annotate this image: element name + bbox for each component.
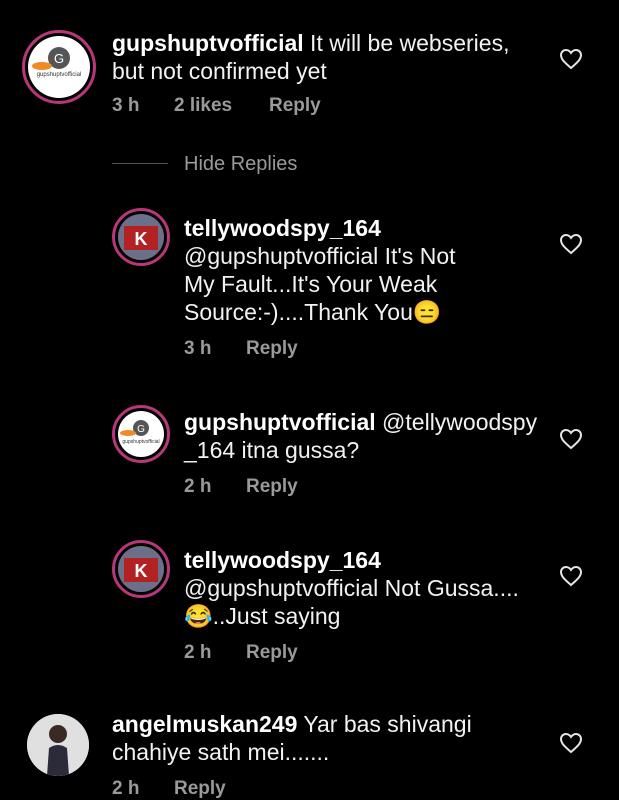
timestamp: 2 h (184, 476, 212, 497)
svg-text:gupshuptvofficial: gupshuptvofficial (122, 439, 159, 445)
comment-text: tellywoodspy_164 @gupshuptvofficial It's… (184, 215, 456, 325)
reply-button[interactable]: Reply (269, 95, 321, 117)
heart-icon[interactable] (559, 732, 583, 754)
reply-button[interactable]: Reply (246, 338, 298, 360)
expressionless-emoji: 😑 (412, 299, 442, 325)
svg-text:G: G (137, 424, 145, 435)
username[interactable]: tellywoodspy_164 (184, 215, 381, 241)
timestamp: 3 h (112, 95, 140, 116)
comment-text: tellywoodspy_164 @gupshuptvofficial Not … (184, 547, 519, 629)
heart-icon[interactable] (559, 428, 583, 450)
timestamp: 2 h (184, 642, 212, 663)
avatar[interactable]: K (112, 208, 170, 266)
heart-icon[interactable] (559, 565, 583, 587)
reply-button[interactable]: Reply (174, 778, 226, 800)
comment-text: gupshuptvofficial It will be webseries, … (112, 30, 510, 84)
svg-text:G: G (54, 51, 64, 66)
username[interactable]: gupshuptvofficial (112, 30, 304, 56)
svg-text:K: K (135, 561, 148, 581)
username[interactable]: gupshuptvofficial (184, 409, 376, 435)
comment-text: gupshuptvofficial @tellywoodspy _164 itn… (184, 409, 538, 463)
hide-replies-button[interactable]: Hide Replies (184, 153, 297, 176)
divider (112, 163, 168, 164)
username[interactable]: angelmuskan249 (112, 711, 297, 737)
username[interactable]: tellywoodspy_164 (184, 547, 381, 573)
likes-count[interactable]: 2 likes (174, 95, 232, 117)
reply-button[interactable]: Reply (246, 476, 298, 498)
svg-text:gupshuptvofficial: gupshuptvofficial (37, 72, 82, 78)
comment-text: angelmuskan249 Yar bas shivangi chahiye … (112, 711, 472, 765)
avatar[interactable]: K (112, 540, 170, 598)
reply-button[interactable]: Reply (246, 642, 298, 664)
timestamp: 3 h (184, 338, 212, 359)
avatar[interactable]: G gupshuptvofficial (112, 405, 170, 463)
heart-icon[interactable] (559, 233, 583, 255)
heart-icon[interactable] (559, 48, 583, 70)
avatar[interactable] (27, 714, 89, 776)
avatar[interactable]: G gupshuptvofficial (22, 30, 96, 104)
timestamp: 2 h (112, 778, 140, 799)
svg-text:K: K (135, 229, 148, 249)
tears-of-joy-emoji: 😂 (184, 603, 213, 629)
